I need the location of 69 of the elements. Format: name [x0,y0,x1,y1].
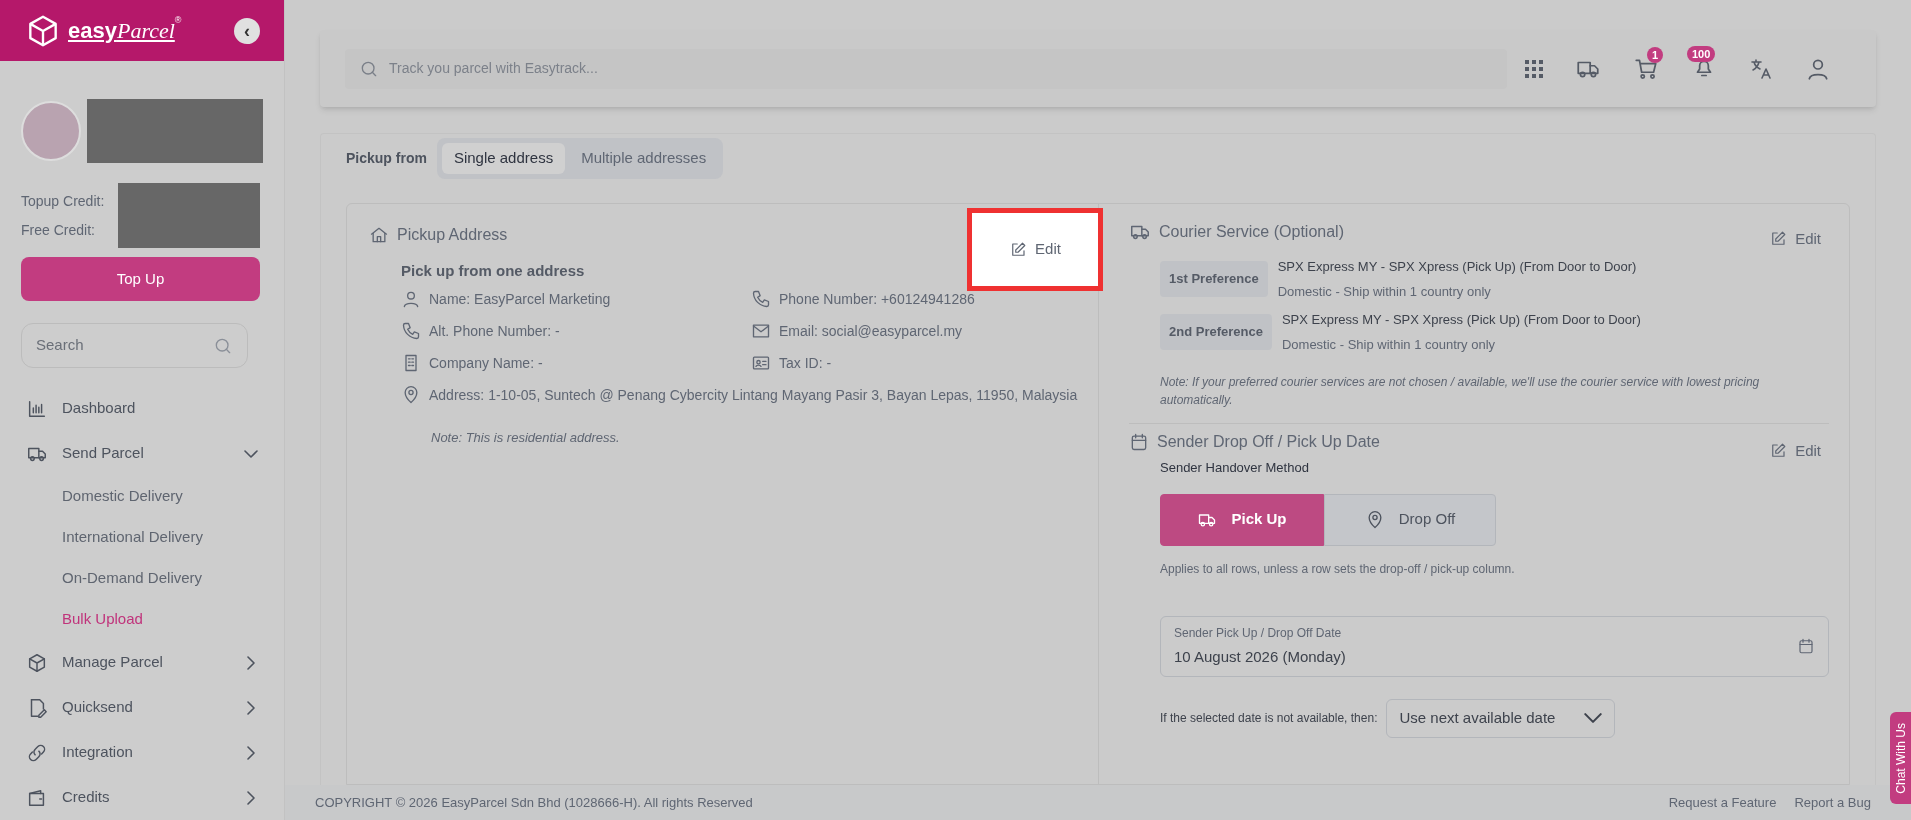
date-field-value: 10 August 2026 (Monday) [1174,646,1346,667]
edit-button[interactable]: Edit [1769,228,1821,251]
collapse-sidebar-button[interactable]: ‹ [234,17,260,44]
edit-icon [1009,240,1028,259]
section-title: Courier Service (Optional) [1159,222,1344,242]
edit-button[interactable]: Edit [1769,439,1821,462]
preference-badge: 1st Preference [1160,260,1268,297]
translate-icon [1749,56,1773,81]
pickup-from-label: Pickup from [346,149,427,168]
address-detail: Address: 1-10-05, Suntech @ Penang Cybercity Lintang Mayang Pasir 3, Bayan Lepas, 11950, Malaysia [429,385,1078,405]
address-note: Note: This is residential address. [430,428,621,447]
handover-hint: Applies to all rows, unless a row sets the drop-off / pick-up column. [1160,560,1516,578]
person-icon [401,289,421,309]
nav-item[interactable]: Manage Parcel [0,640,284,685]
fallback-label: If the selected date is not available, then: [1160,710,1378,727]
handover-method-toggle[interactable]: Drop Off [1324,493,1496,546]
cart-count-badge: 1 [1647,46,1664,63]
phone-icon [751,289,771,309]
address-mode-tab[interactable]: Multiple addresses [569,143,719,174]
search-placeholder: Search [36,335,84,356]
search-field[interactable]: Search [21,323,248,368]
section-subtitle: Pick up from one address [401,261,586,281]
address-detail: Tax ID: - [779,353,832,373]
preference-badge: 2nd Preference [1160,313,1272,350]
section-title: Sender Drop Off / Pick Up Date [1157,431,1380,452]
logo-text: easyParcel® [68,14,182,45]
track-search-placeholder: Track you parcel with Easytrack... [389,59,598,78]
home-icon [369,225,389,245]
box-icon [26,651,48,674]
apps-grid-icon[interactable] [1525,59,1543,78]
top-up-button[interactable]: Top Up [21,257,260,301]
section-title: Pickup Address [397,225,508,245]
notification-count-badge: 100 [1687,45,1716,62]
nav-subitem[interactable]: Bulk Upload [0,599,284,640]
phone-icon [401,321,421,341]
footer-link[interactable]: Request a Feature [1668,792,1777,813]
date-field-label: Sender Pick Up / Drop Off Date [1174,624,1343,642]
handover-method-toggle[interactable]: Pick Up [1160,493,1324,546]
fallback-select[interactable]: Use next available date [1386,698,1616,738]
nav-subitem[interactable]: International Delivery [0,517,284,558]
nav-subitem[interactable]: On-Demand Delivery [0,558,284,599]
edit-button[interactable]: Edit [967,208,1103,291]
address-mode-tab[interactable]: Single address [441,143,566,174]
courier-service-description: Domestic - Ship within 1 country only [1281,336,1497,354]
copyright-text: COPYRIGHT © 2026 EasyParcel Sdn Bhd (1028666-H). All rights Reserved [315,793,753,812]
chat-with-us-button[interactable]: Chat With Us [1890,712,1911,804]
address-detail: Phone Number: +60124941286 [779,289,975,309]
nav-subitem[interactable]: Domestic Delivery [0,476,284,517]
edit-icon [1769,441,1788,460]
courier-service-description: Domestic - Ship within 1 country only [1277,283,1492,301]
courier-service-name: SPX Express MY - SPX Xpress (Pick Up) (From Door to Door) [1277,257,1637,276]
address-detail: Email: social@easyparcel.my [779,321,963,341]
handover-method-label: Sender Handover Method [1160,459,1310,477]
date-field[interactable]: Sender Pick Up / Drop Off Date 10 August 2026 (Monday) [1160,615,1829,677]
calendar-icon [1797,637,1815,655]
nav-item[interactable]: Dashboard [0,386,284,431]
address-detail: Alt. Phone Number: - [429,321,560,341]
nav-item[interactable]: Quicksend [0,685,284,730]
nav-item[interactable]: Send Parcel [0,431,284,476]
address-detail: Company Name: - [429,353,543,373]
footer-link[interactable]: Report a Bug [1794,792,1871,813]
address-detail: Name: EasyParcel Marketing [429,289,611,309]
credit-label: Free Credit: [21,220,96,240]
courier-note: Note: If your preferred courier services are not chosen / available, we'll use the courier service with lowest pricing automatically. [1160,373,1761,409]
calendar-icon [1129,431,1149,452]
nav-item[interactable]: Integration [0,730,284,775]
credit-label: Topup Credit: [21,191,105,211]
nav-item[interactable]: Credits [0,775,284,820]
courier-service-name: SPX Express MY - SPX Xpress (Pick Up) (From Door to Door) [1281,310,1641,329]
